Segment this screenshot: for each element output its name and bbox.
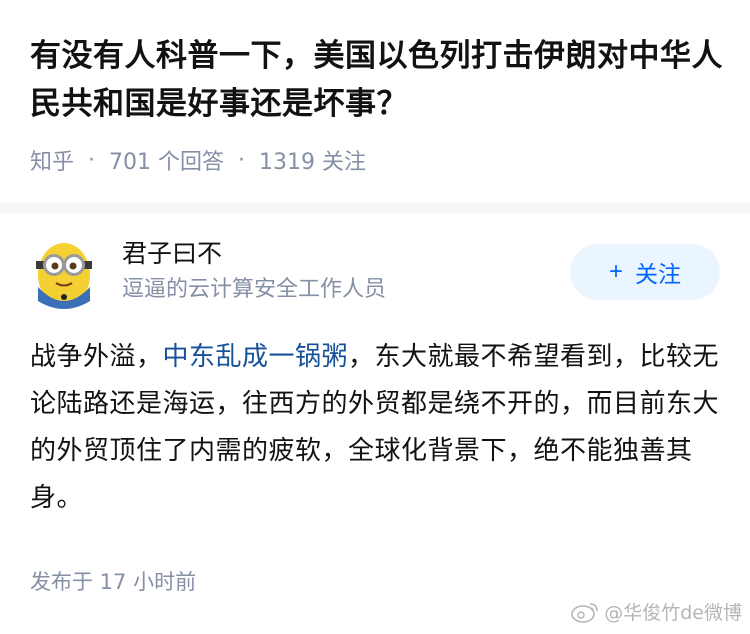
author-bio: 逗逼的云计算安全工作人员 [122, 277, 387, 302]
author-info: 君子曰不 逗逼的云计算安全工作人员 [122, 237, 570, 307]
answer-time: 发布于 17 小时前 [30, 570, 197, 594]
author-name[interactable]: 君子曰不 [122, 237, 570, 271]
weibo-icon [571, 602, 599, 623]
answer-card: 君子曰不 逗逼的云计算安全工作人员 + 关注 战争外溢，中东乱成一锅粥，东大就最… [30, 232, 720, 522]
zhihu-answer-page: 有没有人科普一下，美国以色列打击伊朗对中华人民共和国是好事还是坏事？ 知乎 · … [0, 0, 750, 634]
question-header: 有没有人科普一下，美国以色列打击伊朗对中华人民共和国是好事还是坏事？ 知乎 · … [30, 32, 730, 176]
question-title[interactable]: 有没有人科普一下，美国以色列打击伊朗对中华人民共和国是好事还是坏事？ [30, 32, 730, 128]
author-row: 君子曰不 逗逼的云计算安全工作人员 + 关注 [30, 232, 720, 312]
answer-inline-link[interactable]: 中东乱成一锅粥 [163, 342, 349, 372]
source-label[interactable]: 知乎 [30, 144, 74, 176]
follow-label: 关注 [635, 261, 681, 287]
watermark-text: @华俊竹de微博 [604, 602, 742, 624]
watermark: @华俊竹de微博 [570, 598, 742, 625]
plus-icon: + [608, 258, 623, 285]
answer-body: 战争外溢，中东乱成一锅粥，东大就最不希望看到，比较无论陆路还是海运，往西方的外贸… [30, 334, 720, 522]
avatar[interactable] [30, 235, 98, 309]
minion-avatar-icon [36, 243, 92, 309]
meta-separator: · [88, 147, 96, 173]
answer-text-start: 战争外溢， [30, 342, 163, 372]
section-divider [0, 203, 750, 213]
meta-separator: · [238, 147, 246, 173]
answers-count[interactable]: 701 个回答 [109, 144, 224, 176]
followers-count: 1319 关注 [259, 150, 366, 175]
question-meta: 知乎 · 701 个回答 · 1319 关注 [30, 144, 730, 176]
follow-button[interactable]: + 关注 [570, 244, 720, 300]
